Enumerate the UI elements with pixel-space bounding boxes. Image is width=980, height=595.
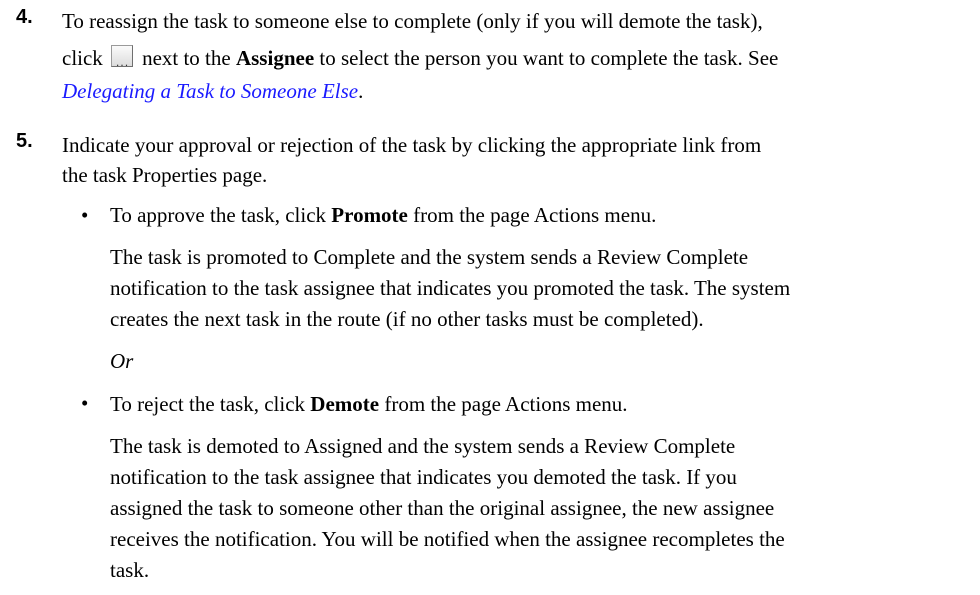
ellipsis-button-icon[interactable] — [110, 45, 133, 80]
reject-description-4: receives the notification. You will be n… — [110, 527, 785, 551]
delegating-task-link[interactable]: Delegating a Task to Someone Else — [62, 79, 358, 103]
approve-description-2: notification to the task assignee that i… — [110, 276, 791, 300]
demote-action: Demote — [310, 392, 380, 416]
reject-description-1: The task is demoted to Assigned and the … — [110, 434, 736, 458]
reject-description-5: task. — [110, 558, 150, 582]
step-4-line-3: Delegating a Task to Someone Else. — [62, 79, 364, 103]
bullet-marker: • — [81, 203, 89, 227]
step-4-line-2: click next to the Assignee to select the… — [62, 41, 962, 80]
assignee-label: Assignee — [235, 46, 315, 70]
reject-description-2: notification to the task assignee that i… — [110, 465, 737, 489]
step-5-line-2: the task Properties page. — [62, 163, 268, 187]
approve-description-3: creates the next task in the route (if n… — [110, 307, 704, 331]
step-number: 5. — [16, 130, 33, 152]
step-4-line-1: To reassign the task to someone else to … — [62, 9, 763, 33]
step-number: 4. — [16, 6, 33, 28]
approve-instruction: To approve the task, click Promote from … — [110, 203, 657, 227]
reject-description-3: assigned the task to someone other than … — [110, 496, 775, 520]
reject-instruction: To reject the task, click Demote from th… — [110, 392, 628, 416]
bullet-marker: • — [81, 391, 89, 415]
approve-description-1: The task is promoted to Complete and the… — [110, 245, 749, 269]
or-separator: Or — [110, 349, 134, 373]
promote-action: Promote — [331, 203, 408, 227]
